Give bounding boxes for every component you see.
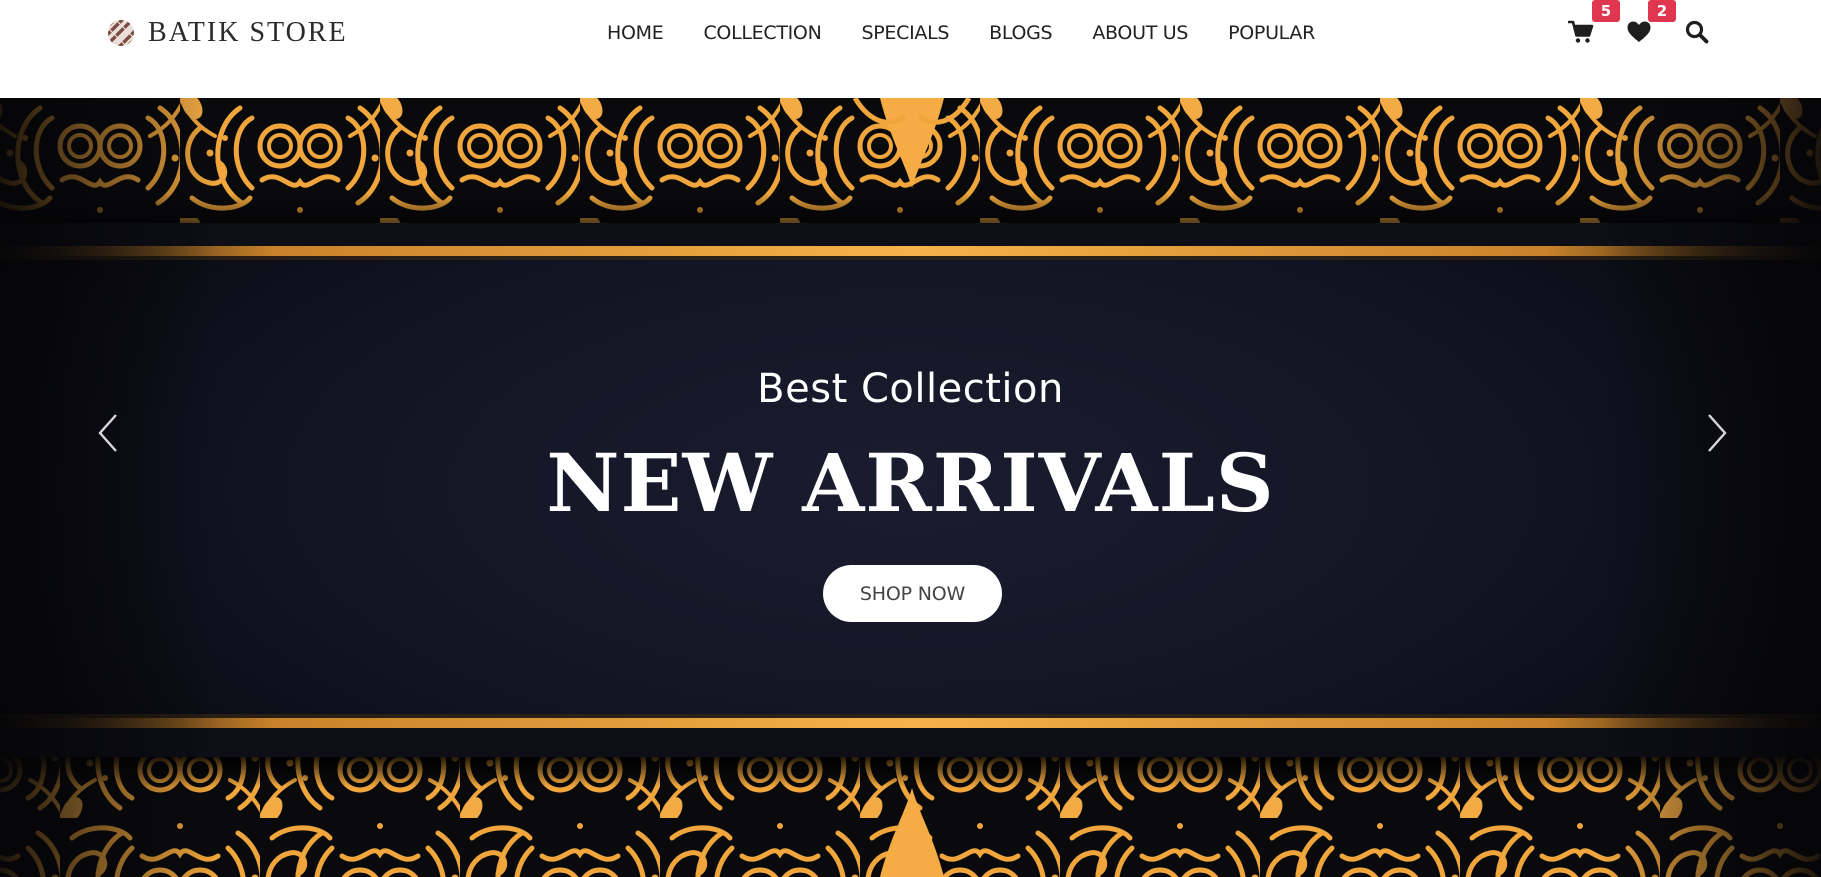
hero-title: NEW ARRIVALS (546, 436, 1275, 530)
search-icon (1685, 20, 1709, 44)
search-button[interactable] (1684, 19, 1710, 45)
nav-item-popular[interactable]: POPULAR (1228, 22, 1315, 44)
nav-item-about-us[interactable]: ABOUT US (1092, 22, 1188, 44)
cart-count-badge: 5 (1592, 0, 1620, 22)
hero-slider: Best Collection NEW ARRIVALS SHOP NOW (0, 98, 1821, 877)
logo-text: BATIK STORE (148, 17, 348, 48)
nav-item-home[interactable]: HOME (607, 22, 664, 44)
shop-now-button[interactable]: SHOP NOW (823, 565, 1002, 622)
wishlist-button[interactable]: 2 (1626, 0, 1676, 45)
nav-item-collection[interactable]: COLLECTION (703, 22, 821, 44)
batik-logo-icon (108, 20, 134, 46)
cart-button[interactable]: 5 (1568, 0, 1620, 45)
site-header: BATIK STORE HOME COLLECTION SPECIALS BLO… (0, 0, 1821, 98)
logo[interactable]: BATIK STORE (106, 16, 348, 50)
heart-icon (1627, 21, 1651, 42)
main-nav: HOME COLLECTION SPECIALS BLOGS ABOUT US … (607, 20, 1315, 46)
nav-item-blogs[interactable]: BLOGS (989, 22, 1052, 44)
hero-subtitle: Best Collection (757, 366, 1064, 412)
nav-item-specials[interactable]: SPECIALS (862, 22, 950, 44)
cart-icon (1568, 20, 1594, 43)
wishlist-count-badge: 2 (1648, 0, 1676, 22)
